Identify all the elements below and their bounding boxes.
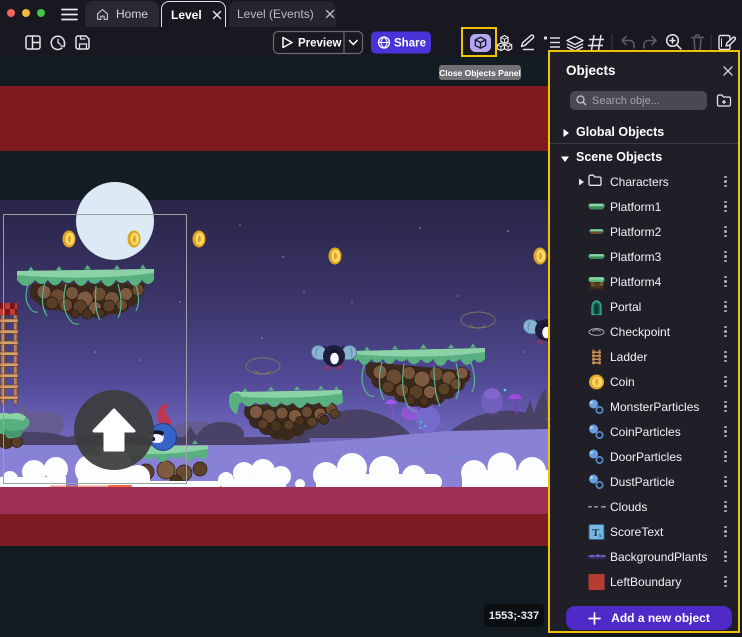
- svg-text:Preview: Preview: [298, 38, 342, 50]
- svg-text:Share: Share: [394, 38, 426, 50]
- svg-text:x: x: [599, 531, 603, 539]
